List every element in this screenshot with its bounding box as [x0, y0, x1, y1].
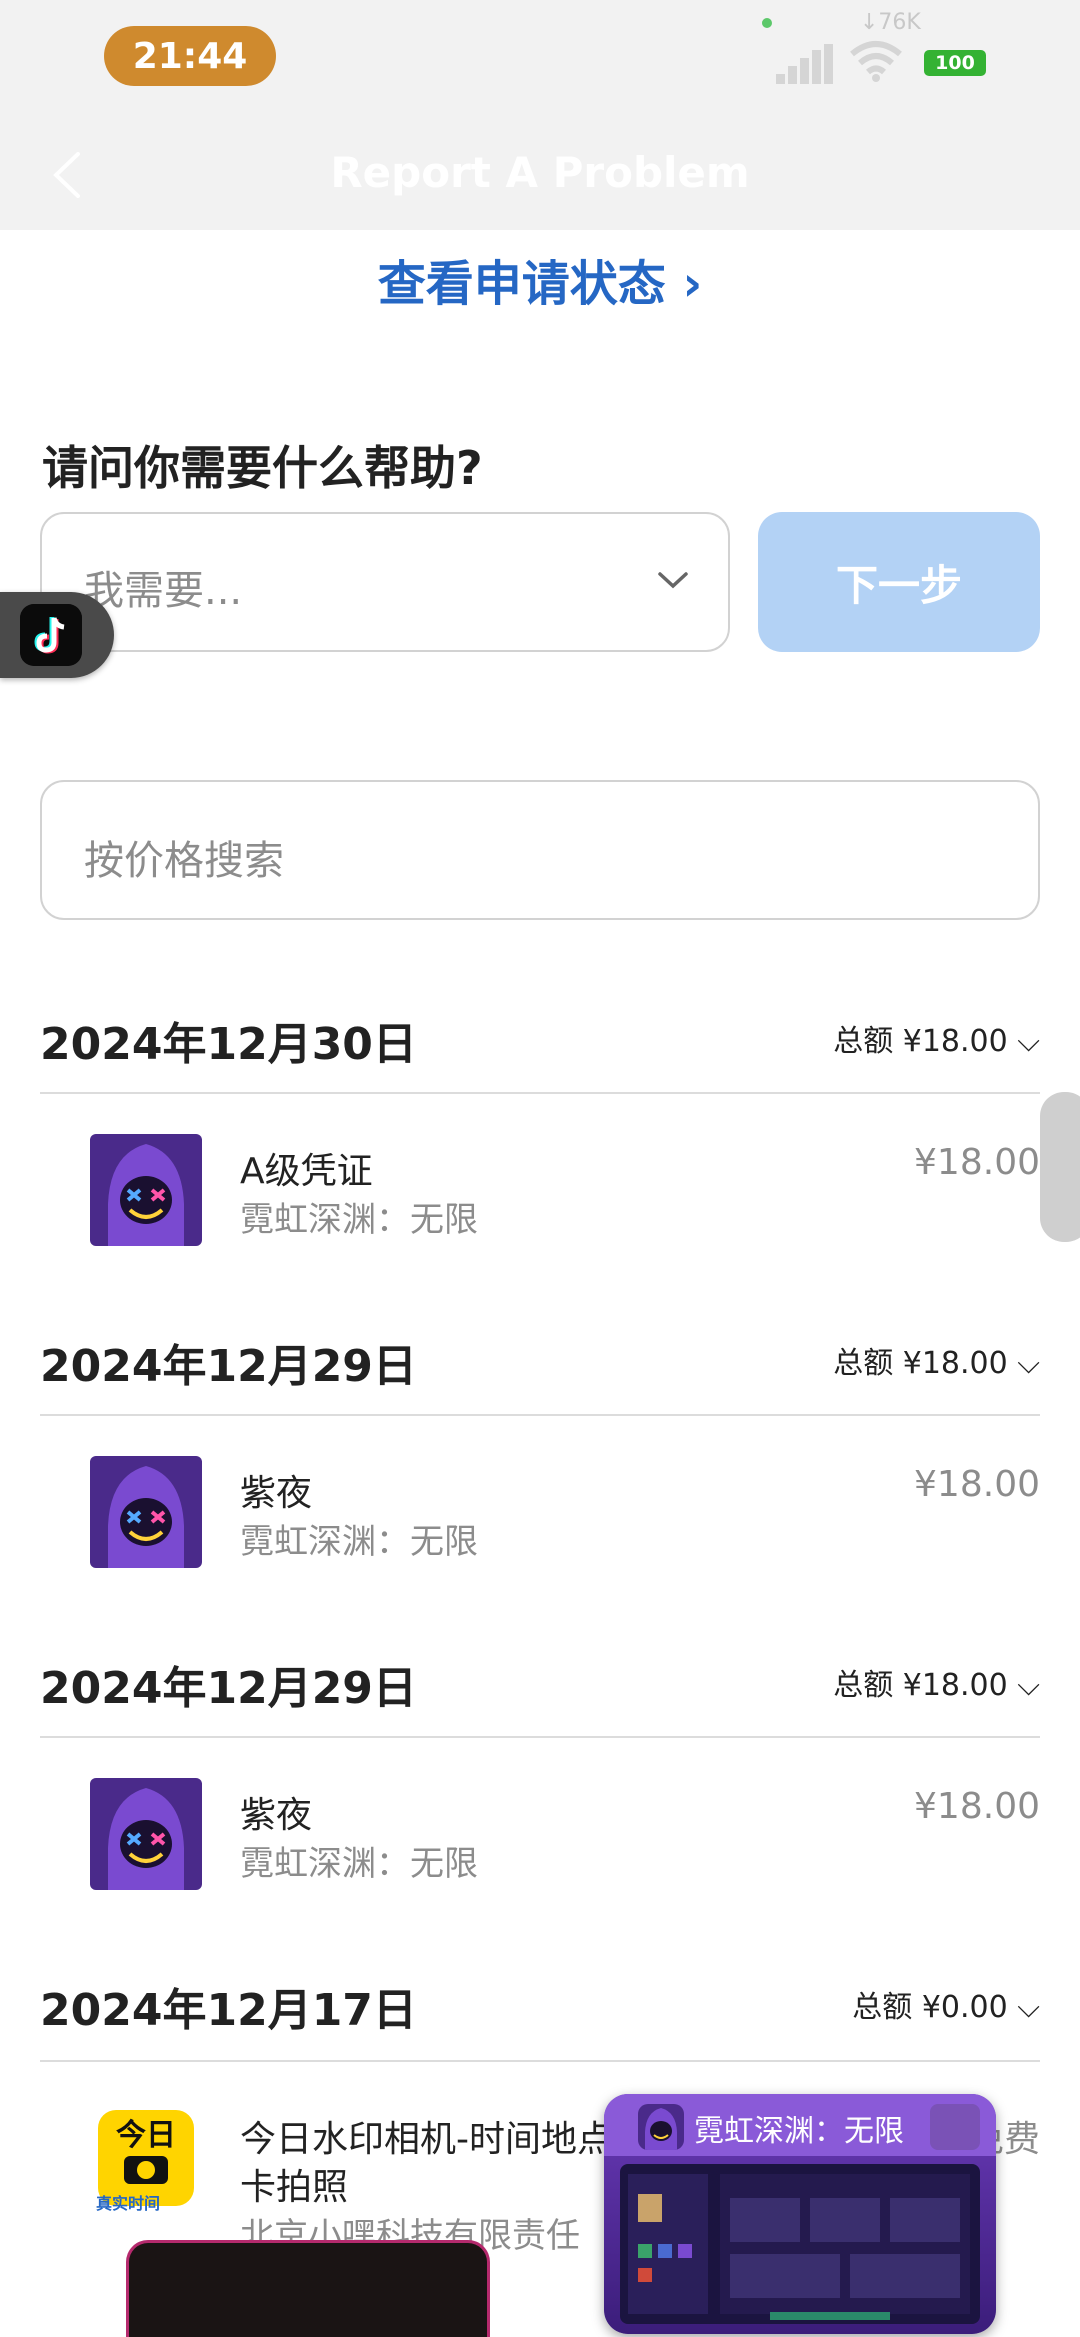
- floating-window-header: 霓虹深渊：无限: [604, 2094, 996, 2156]
- item-name-line2: 卡拍照: [240, 2167, 349, 2208]
- tiktok-floating-badge[interactable]: [0, 592, 114, 678]
- help-question-heading: 请问你需要什么帮助?: [42, 441, 483, 495]
- game-app-icon: [90, 1456, 202, 1568]
- privacy-indicator-dot: [762, 18, 772, 28]
- item-name: A级凭证: [240, 1151, 373, 1192]
- game-app-icon: [90, 1134, 202, 1246]
- item-name: 紫夜: [240, 1795, 313, 1836]
- item-name: 今日水印相机-时间地点: [240, 2119, 613, 2160]
- purchase-group-header: 2024年12月29日 总额 ¥18.00 ⌵: [40, 1330, 1040, 1392]
- purchase-date: 2024年12月29日: [40, 1341, 417, 1392]
- picture-in-picture-video[interactable]: [126, 2240, 490, 2337]
- game-screen-preview: [620, 2164, 980, 2324]
- divider: [40, 1736, 1040, 1738]
- purchase-total-toggle[interactable]: 总额 ¥0.00 ⌵: [852, 1982, 1040, 2026]
- purchase-total-toggle[interactable]: 总额 ¥18.00 ⌵: [833, 1660, 1040, 1704]
- divider: [40, 1414, 1040, 1416]
- price-search-placeholder: 按价格搜索: [84, 838, 284, 884]
- purchase-group-header: 2024年12月17日 总额 ¥0.00 ⌵: [40, 1974, 1040, 2036]
- game-app-icon: [90, 1778, 202, 1890]
- item-app-name: 霓虹深渊：无限: [240, 1522, 478, 1562]
- purchase-group-header: 2024年12月30日 总额 ¥18.00 ⌵: [40, 1008, 1040, 1070]
- purchase-date: 2024年12月30日: [40, 1019, 417, 1070]
- chevron-down-icon: [658, 572, 688, 589]
- game-app-icon: [638, 2104, 684, 2150]
- item-app-name: 霓虹深渊：无限: [240, 1200, 478, 1240]
- next-step-button[interactable]: 下一步: [758, 512, 1040, 652]
- network-speed: ↓76K: [860, 10, 921, 35]
- navigation-bar: Report A Problem: [0, 120, 1080, 230]
- floating-game-window[interactable]: 霓虹深渊：无限: [604, 2094, 996, 2334]
- view-request-status-link[interactable]: 查看申请状态 ›: [0, 244, 1080, 314]
- price-search-input[interactable]: 按价格搜索: [40, 780, 1040, 920]
- purchase-group-header: 2024年12月29日 总额 ¥18.00 ⌵: [40, 1652, 1040, 1714]
- battery-indicator: 100: [924, 50, 986, 76]
- signal-icon: [776, 44, 833, 84]
- wifi-icon: [850, 41, 902, 82]
- app-icon-caption: 真实时间: [96, 2194, 161, 2213]
- purchase-date: 2024年12月29日: [40, 1663, 417, 1714]
- divider: [40, 1092, 1040, 1094]
- item-price: ¥18.00: [914, 1464, 1040, 1505]
- time-display: 21:44: [104, 26, 276, 86]
- tiktok-icon: [20, 604, 82, 666]
- purchase-date: 2024年12月17日: [40, 1985, 417, 2036]
- need-dropdown-placeholder: 我需要...: [84, 568, 243, 614]
- status-bar: 21:44 ↓76K 100: [0, 0, 1080, 120]
- page-title: Report A Problem: [330, 148, 750, 197]
- item-app-name: 霓虹深渊：无限: [240, 1844, 478, 1884]
- purchase-total-toggle[interactable]: 总额 ¥18.00 ⌵: [833, 1338, 1040, 1382]
- need-dropdown[interactable]: 我需要...: [40, 512, 730, 652]
- item-price: ¥18.00: [914, 1786, 1040, 1827]
- divider: [40, 2060, 1040, 2062]
- item-price: ¥18.00: [914, 1142, 1040, 1183]
- item-name: 紫夜: [240, 1473, 313, 1514]
- purchase-total-toggle[interactable]: 总额 ¥18.00 ⌵: [833, 1016, 1040, 1060]
- floating-window-close-button[interactable]: [930, 2104, 980, 2150]
- floating-window-title: 霓虹深渊：无限: [694, 2114, 904, 2149]
- scroll-handle[interactable]: [1040, 1092, 1080, 1242]
